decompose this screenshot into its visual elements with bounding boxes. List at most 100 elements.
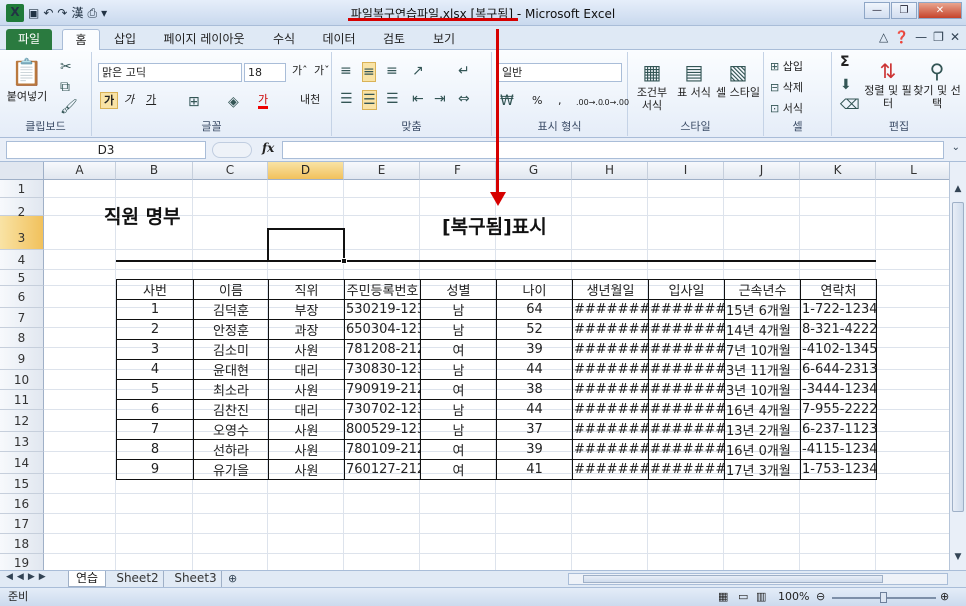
- table-cell[interactable]: 최소라: [193, 379, 269, 400]
- decrease-indent-button[interactable]: ⇤: [412, 90, 424, 108]
- selected-cell-d3[interactable]: [267, 228, 345, 262]
- table-cell[interactable]: 안정훈: [193, 319, 269, 340]
- column-header-F[interactable]: F: [420, 162, 496, 180]
- table-cell[interactable]: 650304-123: [344, 319, 421, 340]
- decrease-decimal-button[interactable]: .0→.00: [602, 96, 629, 109]
- row-header-1[interactable]: 1: [0, 180, 44, 198]
- conditional-format-button[interactable]: ▦ 조건부 서식: [632, 58, 672, 112]
- expand-formula-icon[interactable]: ⌄: [952, 142, 960, 153]
- row-header-13[interactable]: 13: [0, 432, 44, 452]
- table-cell[interactable]: ########: [572, 419, 649, 440]
- worksheet-grid[interactable]: A B C D E F G H I J K L 1 2 3 4 5 6 7 8 9 10 11 12 13 14 15 16 17 18 1…: [0, 162, 966, 570]
- italic-button[interactable]: 가: [124, 93, 134, 106]
- sheet-tab[interactable]: Sheet2: [112, 571, 164, 587]
- table-cell[interactable]: 3: [116, 339, 194, 360]
- clear-button[interactable]: ⌫: [840, 96, 860, 114]
- table-cell[interactable]: 15년 6개월: [724, 299, 801, 320]
- table-cell[interactable]: 52: [496, 319, 573, 340]
- table-cell[interactable]: 1-753-1234: [800, 459, 877, 480]
- row-header-5[interactable]: 5: [0, 270, 44, 286]
- row-header-12[interactable]: 12: [0, 410, 44, 432]
- view-page-layout-icon[interactable]: ▭: [738, 590, 748, 604]
- sheet-nav-icon[interactable]: ◀◀▶▶: [6, 572, 50, 582]
- table-cell[interactable]: 37: [496, 419, 573, 440]
- table-header-cell[interactable]: 입사일: [648, 279, 725, 300]
- table-cell[interactable]: -4102-1345: [800, 339, 877, 360]
- table-header-cell[interactable]: 근속년수: [724, 279, 801, 300]
- table-cell[interactable]: 781208-212: [344, 339, 421, 360]
- table-cell[interactable]: 남: [420, 419, 497, 440]
- name-box[interactable]: D3: [6, 141, 206, 159]
- row-header-10[interactable]: 10: [0, 370, 44, 390]
- table-cell[interactable]: 14년 4개월: [724, 319, 801, 340]
- table-cell[interactable]: 17년 3개월: [724, 459, 801, 480]
- sort-filter-button[interactable]: ⇅ 정렬 및 필터: [864, 58, 912, 110]
- column-header-A[interactable]: A: [44, 162, 116, 180]
- orientation-button[interactable]: ↗: [412, 62, 424, 80]
- table-cell[interactable]: ########: [572, 299, 649, 320]
- zoom-slider-thumb[interactable]: [880, 592, 887, 603]
- tab-page-layout[interactable]: 페이지 레이아웃: [150, 29, 258, 50]
- table-cell[interactable]: ########: [572, 339, 649, 360]
- table-cell[interactable]: 730830-123: [344, 359, 421, 380]
- row-header-7[interactable]: 7: [0, 308, 44, 328]
- table-cell[interactable]: 41: [496, 459, 573, 480]
- align-left-button[interactable]: ☰: [340, 90, 353, 108]
- table-cell[interactable]: 44: [496, 399, 573, 420]
- table-cell[interactable]: ########: [648, 439, 725, 460]
- table-cell[interactable]: 여: [420, 459, 497, 480]
- table-cell[interactable]: ########: [648, 419, 725, 440]
- table-cell[interactable]: 39: [496, 439, 573, 460]
- row-header-2[interactable]: 2: [0, 198, 44, 219]
- font-color-button[interactable]: 가: [258, 93, 269, 109]
- maximize-button[interactable]: ❐: [891, 2, 917, 19]
- table-cell[interactable]: 530219-123: [344, 299, 421, 320]
- autosum-button[interactable]: Σ: [840, 55, 850, 69]
- column-header-E[interactable]: E: [344, 162, 420, 180]
- column-header-B[interactable]: B: [116, 162, 193, 180]
- number-format-select[interactable]: 일반: [498, 63, 622, 82]
- h-scroll-thumb[interactable]: [583, 575, 883, 583]
- shrink-font-button[interactable]: 가ˇ: [314, 64, 330, 77]
- column-header-D[interactable]: D: [268, 162, 344, 180]
- row-header-4[interactable]: 4: [0, 250, 44, 270]
- column-header-J[interactable]: J: [724, 162, 800, 180]
- table-cell[interactable]: ########: [648, 359, 725, 380]
- column-header-K[interactable]: K: [800, 162, 876, 180]
- table-cell[interactable]: 13년 2개월: [724, 419, 801, 440]
- table-cell[interactable]: 1: [116, 299, 194, 320]
- table-cell[interactable]: 대리: [268, 359, 345, 380]
- underline-button[interactable]: 가: [146, 93, 156, 106]
- tab-formulas[interactable]: 수식: [262, 29, 306, 50]
- table-cell[interactable]: 8: [116, 439, 194, 460]
- table-cell[interactable]: 2: [116, 319, 194, 340]
- table-cell[interactable]: 800529-123: [344, 419, 421, 440]
- cell-styles-button[interactable]: ▧ 셀 스타일: [716, 58, 760, 99]
- table-cell[interactable]: -3444-1234: [800, 379, 877, 400]
- table-cell[interactable]: 780109-212: [344, 439, 421, 460]
- merge-center-button[interactable]: ⇔: [458, 90, 470, 108]
- row-header-3[interactable]: 3: [0, 216, 44, 250]
- view-page-break-icon[interactable]: ▥: [756, 590, 766, 604]
- scroll-up-icon[interactable]: ▲: [952, 184, 964, 196]
- row-header-15[interactable]: 15: [0, 474, 44, 494]
- table-cell[interactable]: 윤대현: [193, 359, 269, 380]
- view-normal-icon[interactable]: ▦: [718, 590, 728, 604]
- zoom-slider[interactable]: [832, 592, 936, 603]
- align-bottom-button[interactable]: ≡: [386, 62, 398, 80]
- bold-button[interactable]: 가: [100, 92, 119, 109]
- column-header-H[interactable]: H: [572, 162, 648, 180]
- fill-button[interactable]: ⬇: [840, 76, 852, 94]
- table-cell[interactable]: 여: [420, 379, 497, 400]
- table-cell[interactable]: 여: [420, 339, 497, 360]
- table-header-cell[interactable]: 성별: [420, 279, 497, 300]
- table-cell[interactable]: 김찬진: [193, 399, 269, 420]
- table-cell[interactable]: 16년 4개월: [724, 399, 801, 420]
- tab-insert[interactable]: 삽입: [104, 29, 146, 50]
- table-cell[interactable]: 1-722-1234: [800, 299, 877, 320]
- table-cell[interactable]: 38: [496, 379, 573, 400]
- table-cell[interactable]: 김소미: [193, 339, 269, 360]
- delete-cells-button[interactable]: ⊟ 삭제: [770, 79, 803, 97]
- table-cell[interactable]: ########: [648, 459, 725, 480]
- table-cell[interactable]: 760127-212: [344, 459, 421, 480]
